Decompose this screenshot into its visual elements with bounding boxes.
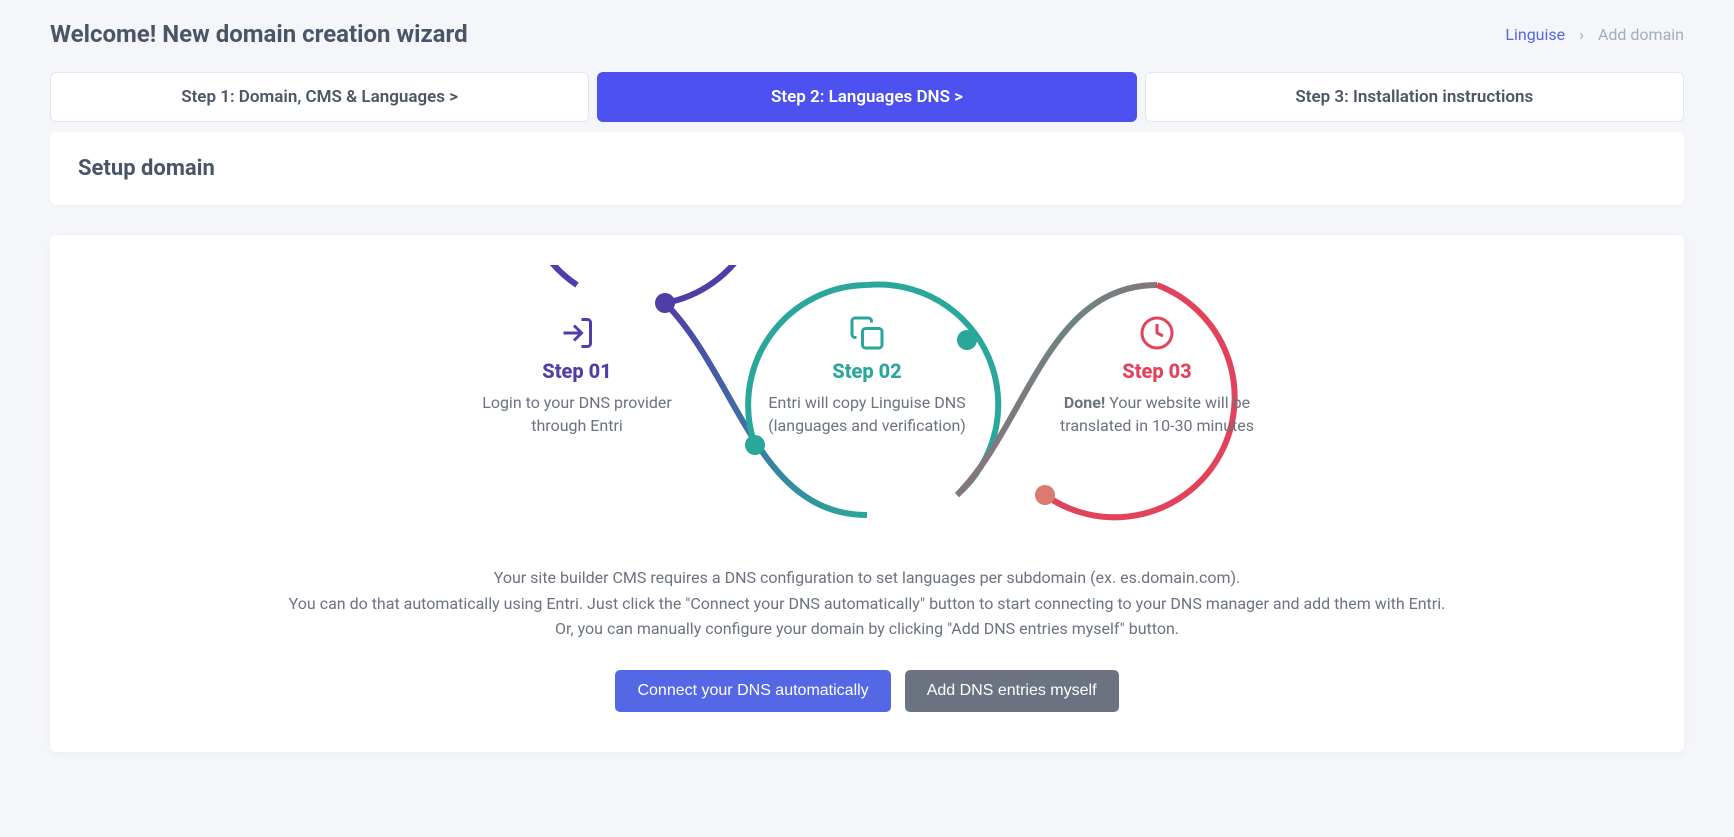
diagram-step-1: Step 01 Login to your DNS provider throu… [467,315,687,437]
description-block: Your site builder CMS requires a DNS con… [267,565,1467,642]
page-title: Welcome! New domain creation wizard [50,20,468,48]
chevron-right-icon: › [1579,25,1584,44]
step-tab-2[interactable]: Step 2: Languages DNS > [597,72,1136,122]
breadcrumb-current: Add domain [1598,25,1684,44]
step-tab-1[interactable]: Step 1: Domain, CMS & Languages > [50,72,589,122]
breadcrumb-link-linguise[interactable]: Linguise [1505,25,1565,44]
dns-setup-panel: Step 01 Login to your DNS provider throu… [50,235,1684,752]
add-dns-manual-button[interactable]: Add DNS entries myself [905,670,1119,712]
diagram-step-2-text: Entri will copy Linguise DNS (languages … [757,391,977,437]
step-tab-3[interactable]: Step 3: Installation instructions [1145,72,1684,122]
connect-dns-button[interactable]: Connect your DNS automatically [615,670,890,712]
diagram-step-3: Step 03 Done! Your website will be trans… [1047,315,1267,437]
description-line-2: You can do that automatically using Entr… [267,591,1467,617]
diagram-step-2-title: Step 02 [757,359,977,383]
steps-diagram: Step 01 Login to your DNS provider throu… [437,265,1297,545]
panel-title: Setup domain [78,156,1656,181]
setup-domain-panel: Setup domain [50,132,1684,205]
breadcrumb: Linguise › Add domain [1505,25,1684,44]
diagram-step-2: Step 02 Entri will copy Linguise DNS (la… [757,315,977,437]
diagram-step-1-title: Step 01 [467,359,687,383]
login-icon [559,315,595,351]
description-line-3: Or, you can manually configure your doma… [267,616,1467,642]
clock-icon [1139,315,1175,351]
diagram-step-3-text: Done! Your website will be translated in… [1047,391,1267,437]
diagram-step-1-text: Login to your DNS provider through Entri [467,391,687,437]
description-line-1: Your site builder CMS requires a DNS con… [267,565,1467,591]
copy-icon [849,315,885,351]
wizard-steps-nav: Step 1: Domain, CMS & Languages > Step 2… [50,72,1684,122]
diagram-step-3-title: Step 03 [1047,359,1267,383]
